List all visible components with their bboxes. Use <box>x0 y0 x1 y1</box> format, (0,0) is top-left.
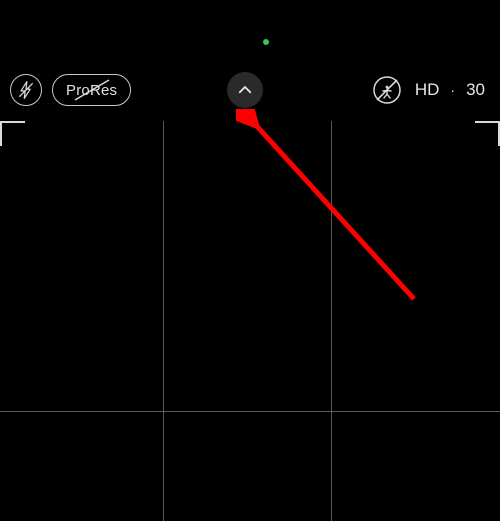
camera-viewfinder[interactable] <box>0 121 500 521</box>
grid-line-vertical <box>163 121 164 521</box>
chevron-up-icon <box>236 81 254 99</box>
flash-off-icon <box>16 80 36 100</box>
frame-corner-top-right <box>475 121 500 146</box>
camera-top-toolbar: ProRes HD · 30 <box>0 72 500 108</box>
expand-controls-button[interactable] <box>227 72 263 108</box>
prores-toggle[interactable]: ProRes <box>52 74 131 106</box>
flash-toggle[interactable] <box>10 74 42 106</box>
action-mode-toggle[interactable] <box>370 73 404 107</box>
toolbar-left-group: ProRes <box>10 74 131 106</box>
prores-label: ProRes <box>66 82 117 99</box>
grid-line-vertical <box>331 121 332 521</box>
toolbar-right-group: HD · 30 <box>370 73 485 107</box>
resolution-selector[interactable]: HD <box>415 80 440 100</box>
fps-selector[interactable]: 30 <box>466 80 485 100</box>
privacy-indicator-dot <box>263 39 269 45</box>
action-mode-off-icon <box>372 75 402 105</box>
frame-corner-top-left <box>0 121 25 146</box>
grid-line-horizontal <box>0 411 500 412</box>
resolution-fps-separator: · <box>450 83 455 97</box>
